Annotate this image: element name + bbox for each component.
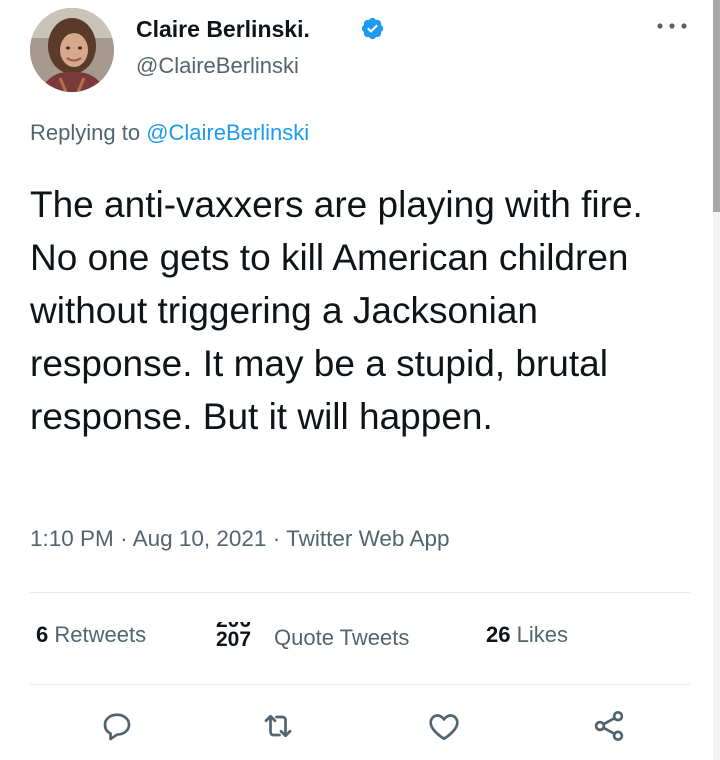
quote-count-rolling: 206 207 <box>216 622 266 648</box>
avatar[interactable] <box>30 8 114 92</box>
divider <box>30 684 690 685</box>
retweets-count: 6 <box>36 622 49 647</box>
retweets-stat[interactable]: 6 Retweets <box>36 622 146 648</box>
reply-icon <box>103 713 131 741</box>
author-name[interactable]: Claire Berlinski. <box>136 16 310 43</box>
avatar-photo <box>30 8 114 92</box>
tweet-text: The anti-vaxxers are playing with fire. … <box>30 184 643 437</box>
share-button[interactable] <box>591 708 627 744</box>
verified-badge-icon <box>361 17 384 40</box>
reply-mention-link[interactable]: @ClaireBerlinski <box>146 120 309 145</box>
reply-button[interactable] <box>99 708 135 744</box>
meta-separator: · <box>272 526 281 551</box>
quote-tweets-stat[interactable]: 206 207 Quote Tweets <box>216 622 409 651</box>
replying-prefix: Replying to <box>30 120 141 145</box>
quote-count: 207 <box>216 628 252 648</box>
meta-separator: · <box>120 526 128 551</box>
likes-stat[interactable]: 26 Likes <box>486 622 568 648</box>
like-button[interactable] <box>426 708 462 744</box>
retweets-label: Retweets <box>54 622 147 647</box>
share-icon <box>594 711 624 741</box>
quote-tweets-label: Quote Tweets <box>274 625 410 650</box>
replying-to: Replying to @ClaireBerlinski <box>30 120 309 146</box>
retweet-button[interactable] <box>260 708 296 744</box>
heart-icon <box>429 714 459 741</box>
likes-count: 26 <box>486 622 511 647</box>
scrollbar-thumb[interactable] <box>713 0 720 212</box>
tweet-date[interactable]: Aug 10, 2021 <box>133 526 267 551</box>
tweet-meta: 1:10 PM · Aug 10, 2021 · Twitter Web App <box>30 526 450 552</box>
retweet-icon <box>264 714 292 738</box>
author-handle[interactable]: @ClaireBerlinski <box>136 53 299 79</box>
tweet-time[interactable]: 1:10 PM <box>30 526 114 551</box>
divider <box>30 592 690 593</box>
tweet-source: Twitter Web App <box>286 526 450 551</box>
likes-label: Likes <box>516 622 568 647</box>
more-dots-icon[interactable] <box>655 19 689 33</box>
